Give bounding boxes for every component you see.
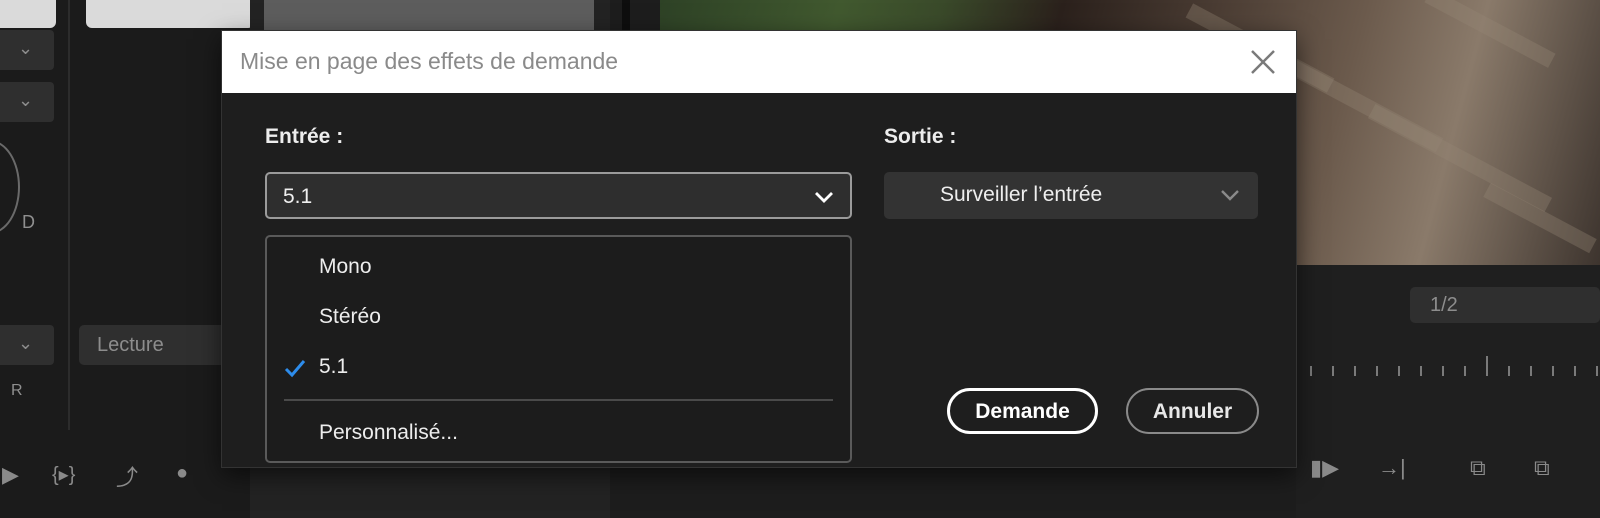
ruler-tick bbox=[1464, 366, 1466, 376]
chevron-down-icon bbox=[815, 192, 833, 203]
step-forward-icon[interactable]: ▮▶ bbox=[1310, 455, 1339, 481]
ruler-tick bbox=[1508, 366, 1510, 376]
insert-icon[interactable]: {▸} bbox=[52, 462, 75, 487]
chevron-down-icon bbox=[1221, 190, 1239, 201]
cancel-button[interactable]: Annuler bbox=[1126, 388, 1259, 434]
go-to-out-icon[interactable]: →| bbox=[1378, 455, 1406, 481]
chevron-down-icon: ⌄ bbox=[18, 333, 34, 353]
menu-separator bbox=[284, 399, 833, 401]
ruler-tick bbox=[1420, 366, 1422, 376]
menu-item-label: 5.1 bbox=[319, 355, 349, 378]
panel-divider bbox=[622, 0, 630, 30]
output-select-value: Surveiller l’entrée bbox=[940, 183, 1103, 206]
menu-item-label: Mono bbox=[319, 255, 372, 278]
ruler-tick bbox=[1574, 366, 1576, 376]
menu-item-stereo[interactable]: Stéréo bbox=[267, 295, 850, 341]
timeline-ruler[interactable] bbox=[1300, 356, 1600, 380]
menu-item-custom[interactable]: Personnalisé... bbox=[267, 411, 850, 457]
panel-dropdown[interactable]: ⌄ bbox=[0, 325, 54, 365]
left-panel bbox=[0, 0, 250, 518]
ok-button[interactable]: Demande bbox=[947, 388, 1098, 434]
center-panel-header bbox=[264, 0, 594, 30]
chevron-down-icon: ⌄ bbox=[18, 90, 34, 110]
close-button[interactable] bbox=[1246, 45, 1280, 79]
ruler-tick bbox=[1530, 366, 1532, 376]
dialog-titlebar: Mise en page des effets de demande bbox=[222, 31, 1296, 93]
clip-thumbnail[interactable] bbox=[86, 0, 254, 28]
output-select[interactable]: Surveiller l’entrée bbox=[884, 172, 1258, 219]
checkmark-icon bbox=[284, 360, 306, 378]
ruler-tick bbox=[1486, 356, 1488, 376]
menu-item-mono[interactable]: Mono bbox=[267, 245, 850, 291]
ruler-tick bbox=[1596, 366, 1598, 376]
lift-icon[interactable]: ⧉ bbox=[1470, 455, 1486, 481]
menu-item-label: Stéréo bbox=[319, 305, 381, 328]
output-label: Sortie : bbox=[884, 125, 957, 148]
lecture-dropdown-label: Lecture bbox=[97, 334, 164, 356]
play-icon[interactable]: ▶ bbox=[2, 462, 19, 488]
menu-item-5-1[interactable]: 5.1 bbox=[267, 345, 850, 391]
ruler-tick bbox=[1376, 366, 1378, 376]
ruler-tick bbox=[1552, 366, 1554, 376]
dialog-title: Mise en page des effets de demande bbox=[240, 48, 619, 74]
resolution-value: 1/2 bbox=[1430, 294, 1458, 316]
ruler-tick bbox=[1442, 366, 1444, 376]
panel-divider bbox=[68, 0, 70, 430]
lecture-dropdown[interactable]: Lecture bbox=[79, 325, 234, 365]
extract-icon[interactable]: ⧉ bbox=[1534, 455, 1550, 481]
input-select-value: 5.1 bbox=[283, 185, 313, 208]
record-icon[interactable]: ● bbox=[176, 462, 188, 485]
ruler-tick bbox=[1354, 366, 1356, 376]
input-label: Entrée : bbox=[265, 125, 344, 148]
export-frame-icon[interactable]: ⤴ bbox=[116, 460, 138, 492]
audio-effects-layout-dialog: Mise en page des effets de demande Entré… bbox=[222, 31, 1296, 467]
input-select[interactable]: 5.1 bbox=[265, 172, 852, 219]
ruler-tick bbox=[1310, 366, 1312, 376]
panel-dropdown[interactable]: ⌄ bbox=[0, 82, 54, 122]
close-icon bbox=[1251, 50, 1275, 74]
channel-letter: D bbox=[22, 212, 35, 232]
ruler-tick bbox=[1332, 366, 1334, 376]
input-options-menu: Mono Stéréo 5.1 Personnalisé... bbox=[265, 235, 852, 463]
resolution-dropdown[interactable]: 1/2 bbox=[1410, 287, 1600, 323]
clip-thumbnail[interactable] bbox=[0, 0, 56, 28]
menu-item-label: Personnalisé... bbox=[319, 421, 458, 444]
panel-dropdown[interactable]: ⌄ bbox=[0, 30, 54, 70]
channel-letter: R bbox=[11, 382, 23, 399]
ruler-tick bbox=[1398, 366, 1400, 376]
chevron-down-icon: ⌄ bbox=[18, 38, 34, 58]
